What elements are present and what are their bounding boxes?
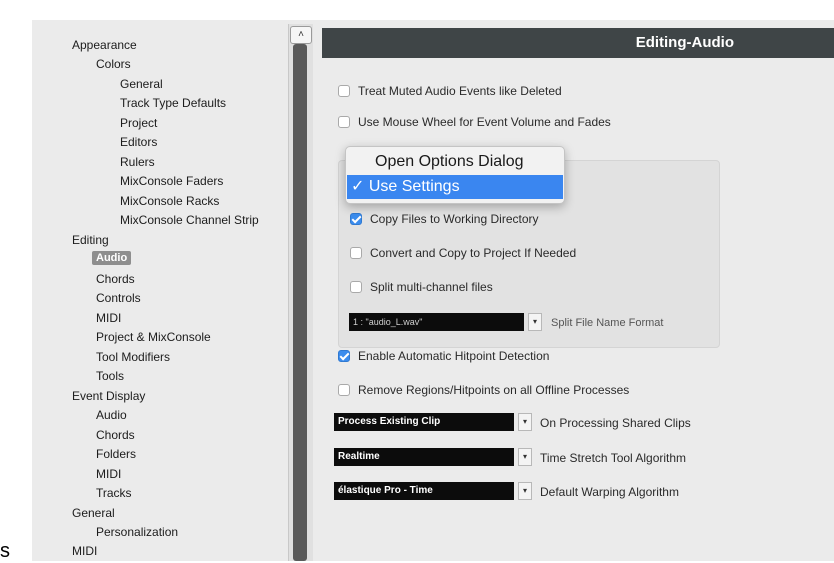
treat-muted-label: Treat Muted Audio Events like Deleted [358, 84, 562, 98]
mouse-wheel-label: Use Mouse Wheel for Event Volume and Fad… [358, 115, 611, 129]
time-stretch-label: Time Stretch Tool Algorithm [540, 451, 687, 465]
tree-item-personalization[interactable]: Personalization [96, 525, 178, 539]
tree-item-tool-modifiers[interactable]: Tool Modifiers [96, 350, 170, 364]
time-stretch-dropdown-button[interactable]: ▾ [518, 448, 532, 466]
tree-item-appearance[interactable]: Appearance [72, 38, 137, 52]
copy-files-label: Copy Files to Working Directory [370, 212, 539, 226]
tree-item-midi[interactable]: MIDI [72, 544, 97, 558]
auto-hitpoint-checkbox[interactable] [338, 350, 350, 362]
tree-item-mixconsole-faders[interactable]: MixConsole Faders [120, 174, 223, 188]
panel-header: Editing-Audio [322, 28, 834, 58]
tree-item-editing-audio[interactable]: Audio [92, 251, 132, 265]
tree-item-project-mixconsole[interactable]: Project & MixConsole [96, 330, 211, 344]
menu-item-use-settings[interactable]: ✓ Use Settings [347, 175, 563, 199]
split-format-dropdown-button[interactable]: ▾ [528, 313, 542, 331]
tree-item-event-display[interactable]: Event Display [72, 389, 145, 403]
tree-item-tracks[interactable]: Tracks [96, 486, 132, 500]
menu-item-open-options-dialog[interactable]: Open Options Dialog [347, 150, 563, 174]
tree-item-display-chords[interactable]: Chords [96, 428, 135, 442]
tree-item-mixconsole-channel-strip[interactable]: MixConsole Channel Strip [120, 213, 259, 227]
warping-label: Default Warping Algorithm [540, 485, 679, 499]
split-multichannel-label: Split multi-channel files [370, 280, 493, 294]
tree-item-display-midi[interactable]: MIDI [96, 467, 121, 481]
shared-clips-dropdown-button[interactable]: ▾ [518, 413, 532, 431]
tree-item-display-audio[interactable]: Audio [96, 408, 127, 422]
tree-item-editing-chords[interactable]: Chords [96, 272, 135, 286]
tree-item-editors[interactable]: Editors [120, 135, 157, 149]
remove-regions-checkbox[interactable] [338, 384, 350, 396]
convert-copy-label: Convert and Copy to Project If Needed [370, 246, 577, 260]
tree-item-project[interactable]: Project [120, 116, 157, 130]
mouse-wheel-checkbox[interactable] [338, 116, 350, 128]
scrollbar-thumb[interactable] [293, 44, 307, 561]
tree-item-mixconsole-racks[interactable]: MixConsole Racks [120, 194, 219, 208]
tree-item-rulers[interactable]: Rulers [120, 155, 155, 169]
copy-files-checkbox[interactable] [350, 213, 362, 225]
warping-field[interactable]: élastique Pro - Time [334, 482, 514, 500]
tree-item-track-type-defaults[interactable]: Track Type Defaults [120, 96, 226, 110]
tree-item-tools[interactable]: Tools [96, 369, 124, 383]
split-format-field[interactable]: 1 : "audio_L.wav" [349, 313, 524, 331]
panel-title: Editing-Audio [635, 34, 734, 51]
split-format-label: Split File Name Format [551, 317, 664, 329]
tree-item-general[interactable]: General [72, 506, 115, 520]
tree-item-folders[interactable]: Folders [96, 447, 136, 461]
preferences-tree: Appearance Colors General Track Type Def… [32, 24, 288, 561]
split-multichannel-checkbox[interactable] [350, 281, 362, 293]
shared-clips-field[interactable]: Process Existing Clip [334, 413, 514, 431]
tree-item-editing[interactable]: Editing [72, 233, 109, 247]
tree-item-editing-midi[interactable]: MIDI [96, 311, 121, 325]
convert-copy-checkbox[interactable] [350, 247, 362, 259]
auto-hitpoint-label: Enable Automatic Hitpoint Detection [358, 349, 550, 363]
stray-text: s [0, 540, 10, 562]
popup-menu: Open Options Dialog ✓ Use Settings [345, 146, 565, 204]
treat-muted-checkbox[interactable] [338, 85, 350, 97]
scroll-up-button[interactable]: ˄ [290, 26, 312, 44]
time-stretch-field[interactable]: Realtime [334, 448, 514, 466]
tree-item-controls[interactable]: Controls [96, 291, 141, 305]
warping-dropdown-button[interactable]: ▾ [518, 482, 532, 500]
tree-item-colors[interactable]: Colors [96, 57, 131, 71]
tree-item-colors-general[interactable]: General [120, 77, 163, 91]
remove-regions-label: Remove Regions/Hitpoints on all Offline … [358, 383, 630, 397]
shared-clips-label: On Processing Shared Clips [540, 416, 691, 430]
